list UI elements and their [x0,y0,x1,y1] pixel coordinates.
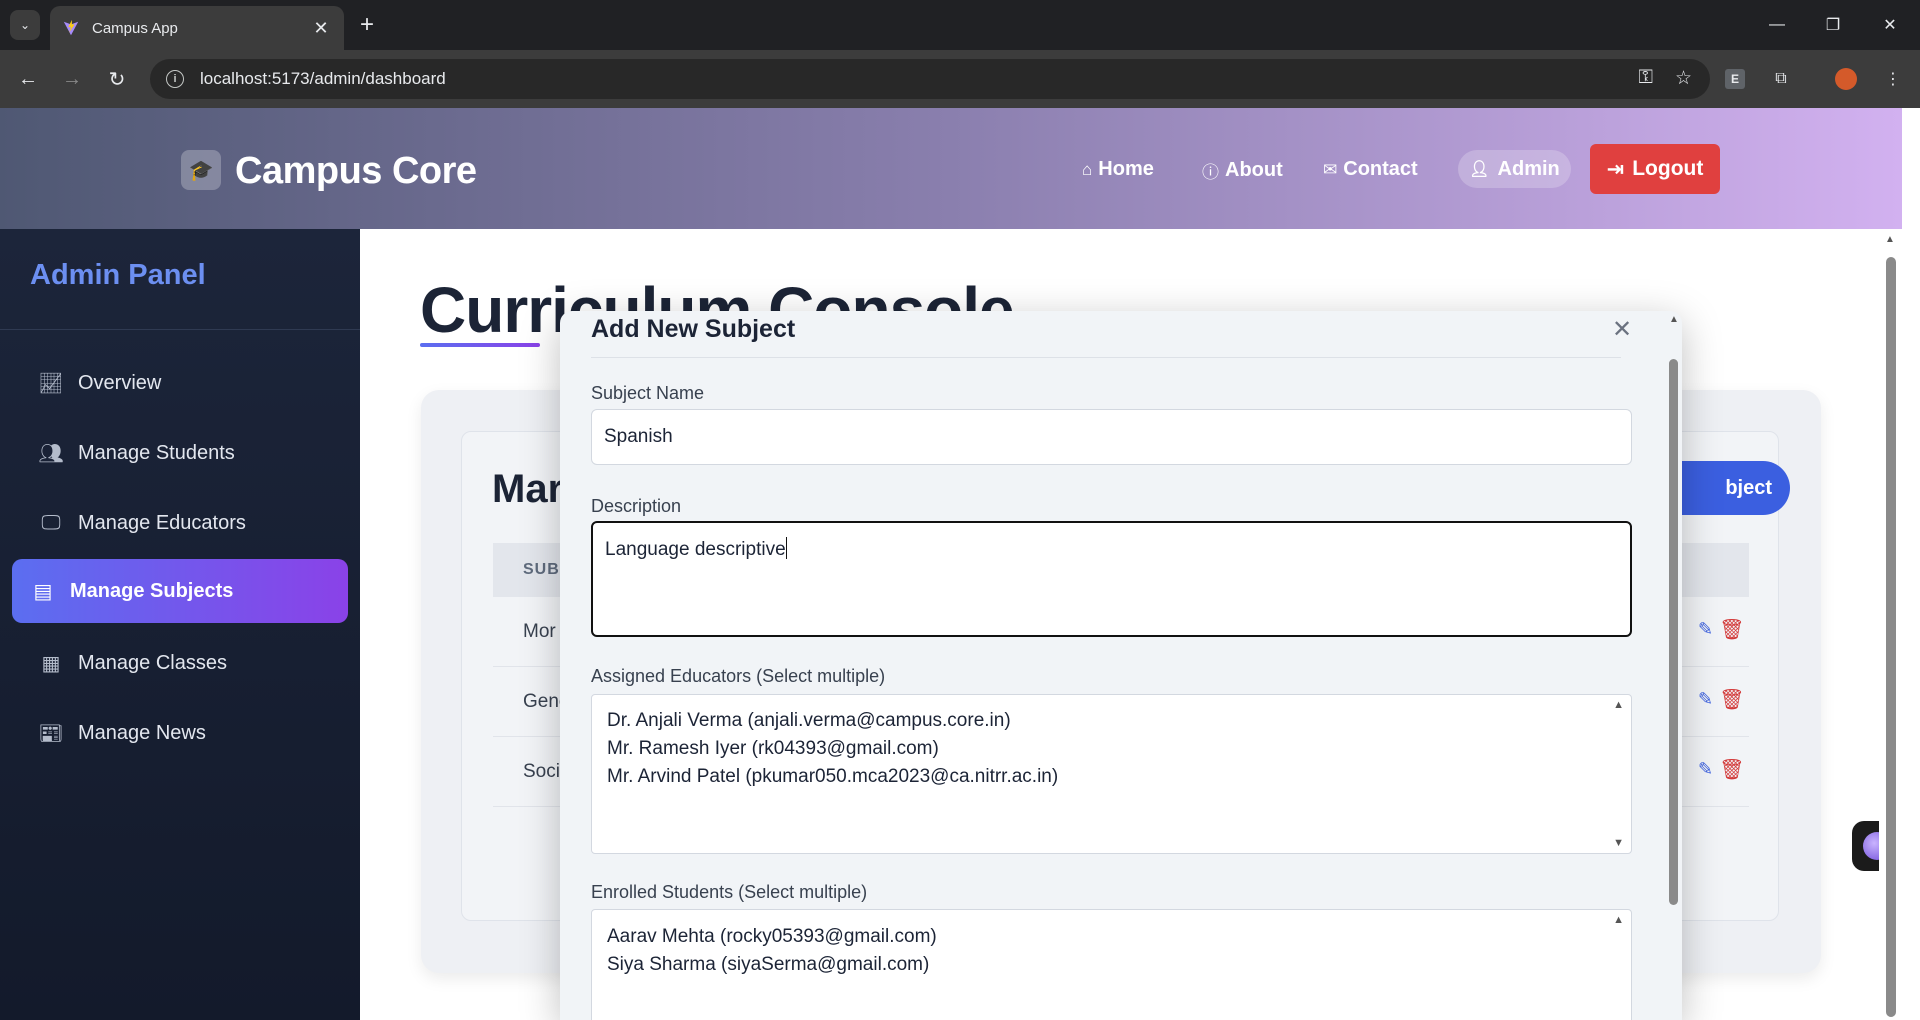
brand-logo[interactable]: Campus Core [235,150,477,193]
trash-icon[interactable]: 🗑︎ [1719,757,1744,782]
profile-avatar-icon[interactable] [1831,64,1861,94]
sidebar-item-news[interactable]: 📰︎ Manage News [12,701,348,765]
vite-favicon-icon [63,19,79,36]
tab-close-icon[interactable]: ✕ [310,18,332,39]
browser-toolbar: ← → ↻ i localhost:5173/admin/dashboard ⚿… [0,50,1920,108]
description-textarea[interactable]: Language descriptive [591,521,1632,637]
users-icon: 👥︎ [38,442,64,465]
card-title: Mar [492,467,564,511]
nav-contact[interactable]: ✉ Contact [1323,158,1418,181]
scroll-down-icon[interactable]: ▼ [1613,837,1624,849]
tab-title: Campus App [92,19,178,37]
url-text: localhost:5173/admin/dashboard [200,69,446,88]
sidebar-item-educators[interactable]: 🖵︎ Manage Educators [12,491,348,555]
new-tab-icon[interactable]: + [352,10,382,40]
student-option[interactable]: Aarav Mehta (rocky05393@gmail.com) [607,926,937,948]
extension-e-icon[interactable]: E [1720,64,1750,94]
description-label: Description [591,496,682,516]
educator-option[interactable]: Mr. Arvind Patel (pkumar050.mca2023@ca.n… [607,766,1058,788]
educator-option[interactable]: Dr. Anjali Verma (anjali.verma@campus.co… [607,710,1011,732]
window-close-icon[interactable]: ✕ [1870,8,1910,42]
sidebar-item-subjects[interactable]: ▤ Manage Subjects [12,559,348,623]
mail-icon: ✉ [1323,159,1338,179]
nav-about[interactable]: ⓘ About [1202,158,1283,183]
back-icon[interactable]: ← [12,63,44,95]
admin-sidebar: Admin Panel 📈︎ Overview 👥︎ Manage Studen… [0,229,360,1020]
newspaper-icon: 📰︎ [38,722,64,745]
logout-button[interactable]: ⇥ Logout [1590,144,1720,194]
page-scrollbar[interactable]: ▲ [1879,229,1902,1020]
password-key-icon[interactable]: ⚿ [1638,67,1652,90]
students-label: Enrolled Students (Select multiple) [591,882,868,902]
close-icon[interactable]: ✕ [1612,315,1632,344]
home-icon: ⌂ [1082,159,1093,179]
title-underline [420,343,540,347]
book-icon: ▤ [33,580,53,603]
educators-label: Assigned Educators (Select multiple) [591,666,886,686]
educator-option[interactable]: Mr. Ramesh Iyer (rk04393@gmail.com) [607,738,939,760]
nav-home[interactable]: ⌂ Home [1082,158,1154,181]
scroll-up-icon[interactable]: ▲ [1613,699,1624,711]
building-icon: ▦ [41,652,61,675]
sidebar-divider [0,329,360,330]
site-info-icon[interactable]: i [166,70,184,88]
modal-scrollbar[interactable]: ▲ [1665,311,1682,1020]
edit-icon[interactable]: ✎ [1698,759,1713,780]
scroll-up-icon[interactable]: ▲ [1613,914,1624,926]
subject-name-input[interactable]: Spanish [591,409,1632,465]
column-header-subject: SUB. [523,561,566,578]
extensions-puzzle-icon[interactable]: ⧉ [1766,64,1796,94]
edit-icon[interactable]: ✎ [1698,689,1713,710]
trash-icon[interactable]: 🗑︎ [1719,617,1744,642]
add-subject-modal: Add New Subject ✕ Subject Name Spanish D… [560,311,1682,1020]
address-bar[interactable]: i localhost:5173/admin/dashboard ⚿ ☆ [150,59,1710,99]
sidebar-title: Admin Panel [30,259,206,291]
sidebar-item-students[interactable]: 👥︎ Manage Students [12,421,348,485]
restore-icon[interactable]: ❐ [1813,8,1853,42]
minimize-icon[interactable]: — [1757,8,1797,42]
chart-line-icon: 📈︎ [38,372,64,395]
forward-icon[interactable]: → [56,63,88,95]
edit-icon[interactable]: ✎ [1698,619,1713,640]
user-icon: 👤︎ [1469,161,1490,178]
sidebar-item-classes[interactable]: ▦ Manage Classes [12,631,348,695]
info-circle-icon: ⓘ [1202,163,1219,182]
browser-menu-icon[interactable]: ⋮ [1878,64,1908,94]
logout-icon: ⇥ [1606,157,1625,181]
sidebar-item-overview[interactable]: 📈︎ Overview [12,351,348,415]
modal-divider [591,357,1621,358]
student-option[interactable]: Siya Sharma (siyaSerma@gmail.com) [607,954,929,976]
app-header: 🎓 Campus Core ⌂ Home ⓘ About ✉ Contact 👤… [0,108,1902,229]
modal-title: Add New Subject [591,315,796,343]
nav-admin[interactable]: 👤︎ Admin [1458,150,1571,188]
chalkboard-teacher-icon: 🖵︎ [41,511,61,534]
bookmark-star-icon[interactable]: ☆ [1675,67,1692,90]
tab-search-icon[interactable]: ⌄ [10,10,40,40]
browser-tab-bar: ⌄ Campus App ✕ + — ❐ ✕ [0,0,1920,50]
students-multiselect[interactable]: Aarav Mehta (rocky05393@gmail.com) Siya … [591,909,1632,1020]
reload-icon[interactable]: ↻ [101,63,133,95]
graduation-cap-icon: 🎓 [181,150,221,190]
trash-icon[interactable]: 🗑︎ [1719,687,1744,712]
browser-tab[interactable]: Campus App ✕ [50,6,344,50]
educators-multiselect[interactable]: Dr. Anjali Verma (anjali.verma@campus.co… [591,694,1632,854]
subject-name-label: Subject Name [591,383,705,403]
